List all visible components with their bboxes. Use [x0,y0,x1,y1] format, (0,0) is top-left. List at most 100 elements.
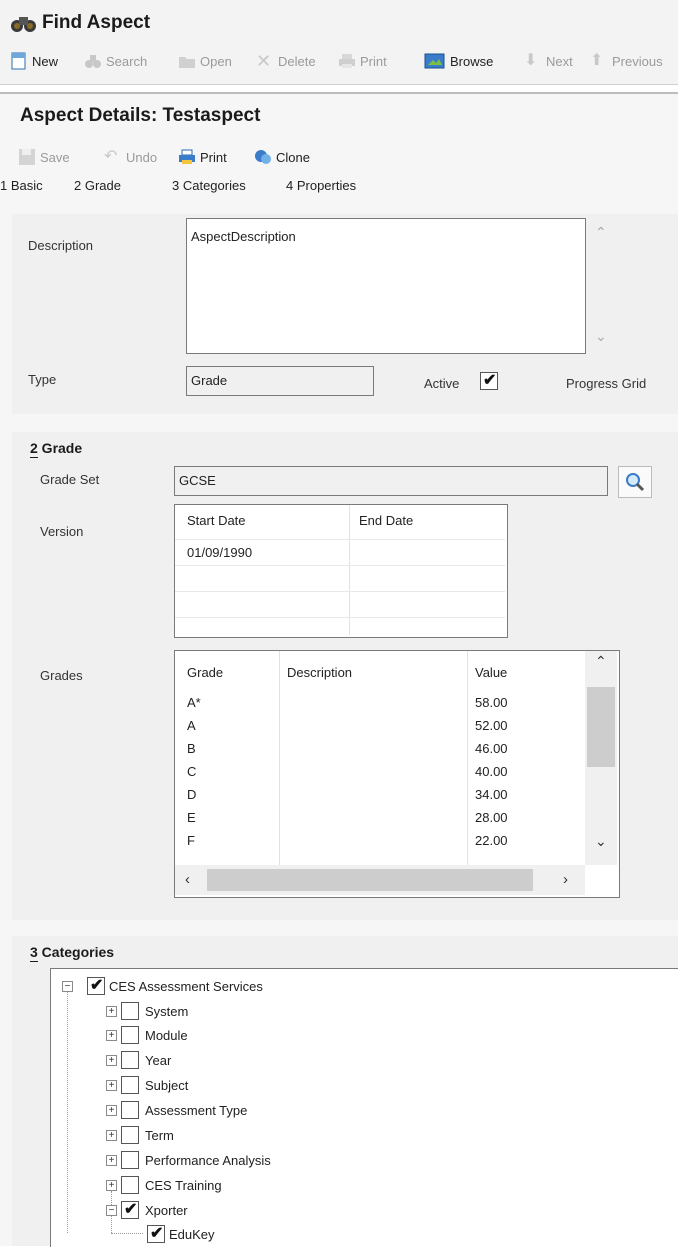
tree-node-ces-training[interactable]: CES Training [145,1178,222,1193]
grid-divider [349,505,350,635]
grade-row-grade[interactable]: E [187,810,196,825]
expand-toggle-icon[interactable]: + [106,1130,117,1141]
expand-toggle-icon[interactable]: + [106,1055,117,1066]
print-label: Print [360,53,387,69]
open-button[interactable]: Open [178,52,232,70]
tree-checkbox-xporter[interactable]: ✔ [121,1201,139,1219]
details-print-button[interactable]: Print [178,148,227,166]
scroll-down-icon[interactable]: ⌄ [595,833,607,850]
grade-row-grade[interactable]: F [187,833,195,847]
tree-checkbox-ces-assessment-services[interactable]: ✔ [87,977,105,995]
tree-node-year[interactable]: Year [145,1053,171,1068]
tab-properties[interactable]: 4 Properties [286,178,356,193]
grade-row-grade[interactable]: D [187,787,196,802]
next-button[interactable]: ⬇ Next [524,52,573,70]
expand-toggle-icon[interactable]: + [106,1006,117,1017]
tree-node-edukey[interactable]: EduKey [169,1227,215,1242]
active-label: Active [424,376,460,391]
mnemonic-underline [30,457,38,458]
grades-vertical-scrollbar[interactable]: ⌃ ⌄ [585,651,617,865]
grade-row-grade[interactable]: A [187,718,196,733]
tree-node-xporter[interactable]: Xporter [145,1203,188,1218]
grades-grid[interactable]: Grade Description Value A* 58.00 A 52.00… [174,650,620,898]
expand-toggle-icon[interactable]: + [106,1180,117,1191]
save-button[interactable]: Save [18,148,70,166]
scroll-down-icon[interactable]: ⌄ [595,328,607,345]
new-button[interactable]: New [10,52,58,70]
undo-button[interactable]: ↶ Undo [104,148,157,166]
tree-node-ces-assessment-services[interactable]: CES Assessment Services [109,979,263,994]
description-scrollbar[interactable]: ⌃ ⌄ [586,218,616,352]
previous-button[interactable]: ⬆ Previous [590,52,663,70]
tree-checkbox-system[interactable] [121,1002,139,1020]
clone-icon [255,150,271,164]
tree-node-subject[interactable]: Subject [145,1078,188,1093]
tree-node-module[interactable]: Module [145,1028,188,1043]
floppy-save-icon [19,149,35,165]
checkmark-icon: ✔ [124,1201,138,1218]
browse-icon [424,53,445,69]
folder-open-icon [179,57,195,68]
expand-toggle-icon[interactable]: + [106,1080,117,1091]
expand-toggle-icon[interactable]: + [106,1105,117,1116]
grades-horizontal-scrollbar[interactable]: ‹ › [175,865,585,895]
scroll-left-icon[interactable]: ‹ [185,871,190,888]
version-start-date[interactable]: 01/09/1990 [187,545,252,560]
tree-checkbox-edukey[interactable]: ✔ [147,1225,165,1243]
tree-checkbox-subject[interactable] [121,1076,139,1094]
magnifier-icon [626,473,645,492]
scroll-right-icon[interactable]: › [563,871,568,888]
undo-icon: ↶ [104,148,118,165]
grade-row-value[interactable]: 40.00 [475,764,508,779]
tree-checkbox-term[interactable] [121,1126,139,1144]
version-header-start: Start Date [187,513,246,528]
checkmark-icon: ✔ [483,372,497,389]
grade-row-value[interactable]: 46.00 [475,741,508,756]
printer-icon [339,54,355,68]
tab-categories[interactable]: 3 Categories [172,178,246,193]
grade-row-value[interactable]: 34.00 [475,787,508,802]
tree-checkbox-module[interactable] [121,1026,139,1044]
tree-checkbox-assessment-type[interactable] [121,1101,139,1119]
tree-node-performance-analysis[interactable]: Performance Analysis [145,1153,271,1168]
tab-grade[interactable]: 2 Grade [74,178,121,193]
collapse-toggle-icon[interactable]: − [106,1205,117,1216]
search-button[interactable]: Search [84,52,147,70]
tree-node-assessment-type[interactable]: Assessment Type [145,1103,247,1118]
active-checkbox[interactable]: ✔ [480,372,498,390]
grade-row-value[interactable]: 22.00 [475,833,508,847]
tree-checkbox-ces-training[interactable] [121,1176,139,1194]
grade-row-grade[interactable]: C [187,764,196,779]
scroll-thumb[interactable] [207,869,533,891]
categories-tree[interactable]: − ✔ CES Assessment Services + System + M… [50,968,678,1247]
grade-row-value[interactable]: 52.00 [475,718,508,733]
tree-checkbox-performance-analysis[interactable] [121,1151,139,1169]
grade-section-title: 2 Grade [30,440,83,456]
browse-button[interactable]: Browse [424,52,493,70]
description-textarea[interactable]: AspectDescription [186,218,586,354]
grade-set-value: GCSE [179,473,216,488]
delete-button[interactable]: ✕ Delete [256,52,316,70]
print-button[interactable]: Print [338,52,387,70]
scroll-thumb[interactable] [587,687,615,767]
grades-header-description: Description [287,665,353,680]
clone-button[interactable]: Clone [254,148,310,166]
collapse-toggle-icon[interactable]: − [62,981,73,992]
grade-row-value[interactable]: 28.00 [475,810,508,825]
scroll-up-icon[interactable]: ⌃ [595,224,607,241]
grade-row-grade[interactable]: B [187,741,196,756]
version-grid[interactable]: Start Date End Date 01/09/1990 [174,504,508,638]
find-aspect-header: Find Aspect New Search Open ✕ Delete Pri… [0,0,678,85]
window-title: Find Aspect [42,12,151,33]
grade-row-grade[interactable]: A* [187,695,201,710]
tab-basic[interactable]: 1 Basic [0,178,43,193]
tree-node-term[interactable]: Term [145,1128,174,1143]
tree-node-system[interactable]: System [145,1004,188,1019]
tree-checkbox-year[interactable] [121,1051,139,1069]
expand-toggle-icon[interactable]: + [106,1030,117,1041]
grade-set-lookup-button[interactable] [618,466,652,498]
scroll-up-icon[interactable]: ⌃ [595,653,607,670]
type-value: Grade [191,373,228,388]
expand-toggle-icon[interactable]: + [106,1155,117,1166]
grade-row-value[interactable]: 58.00 [475,695,508,710]
